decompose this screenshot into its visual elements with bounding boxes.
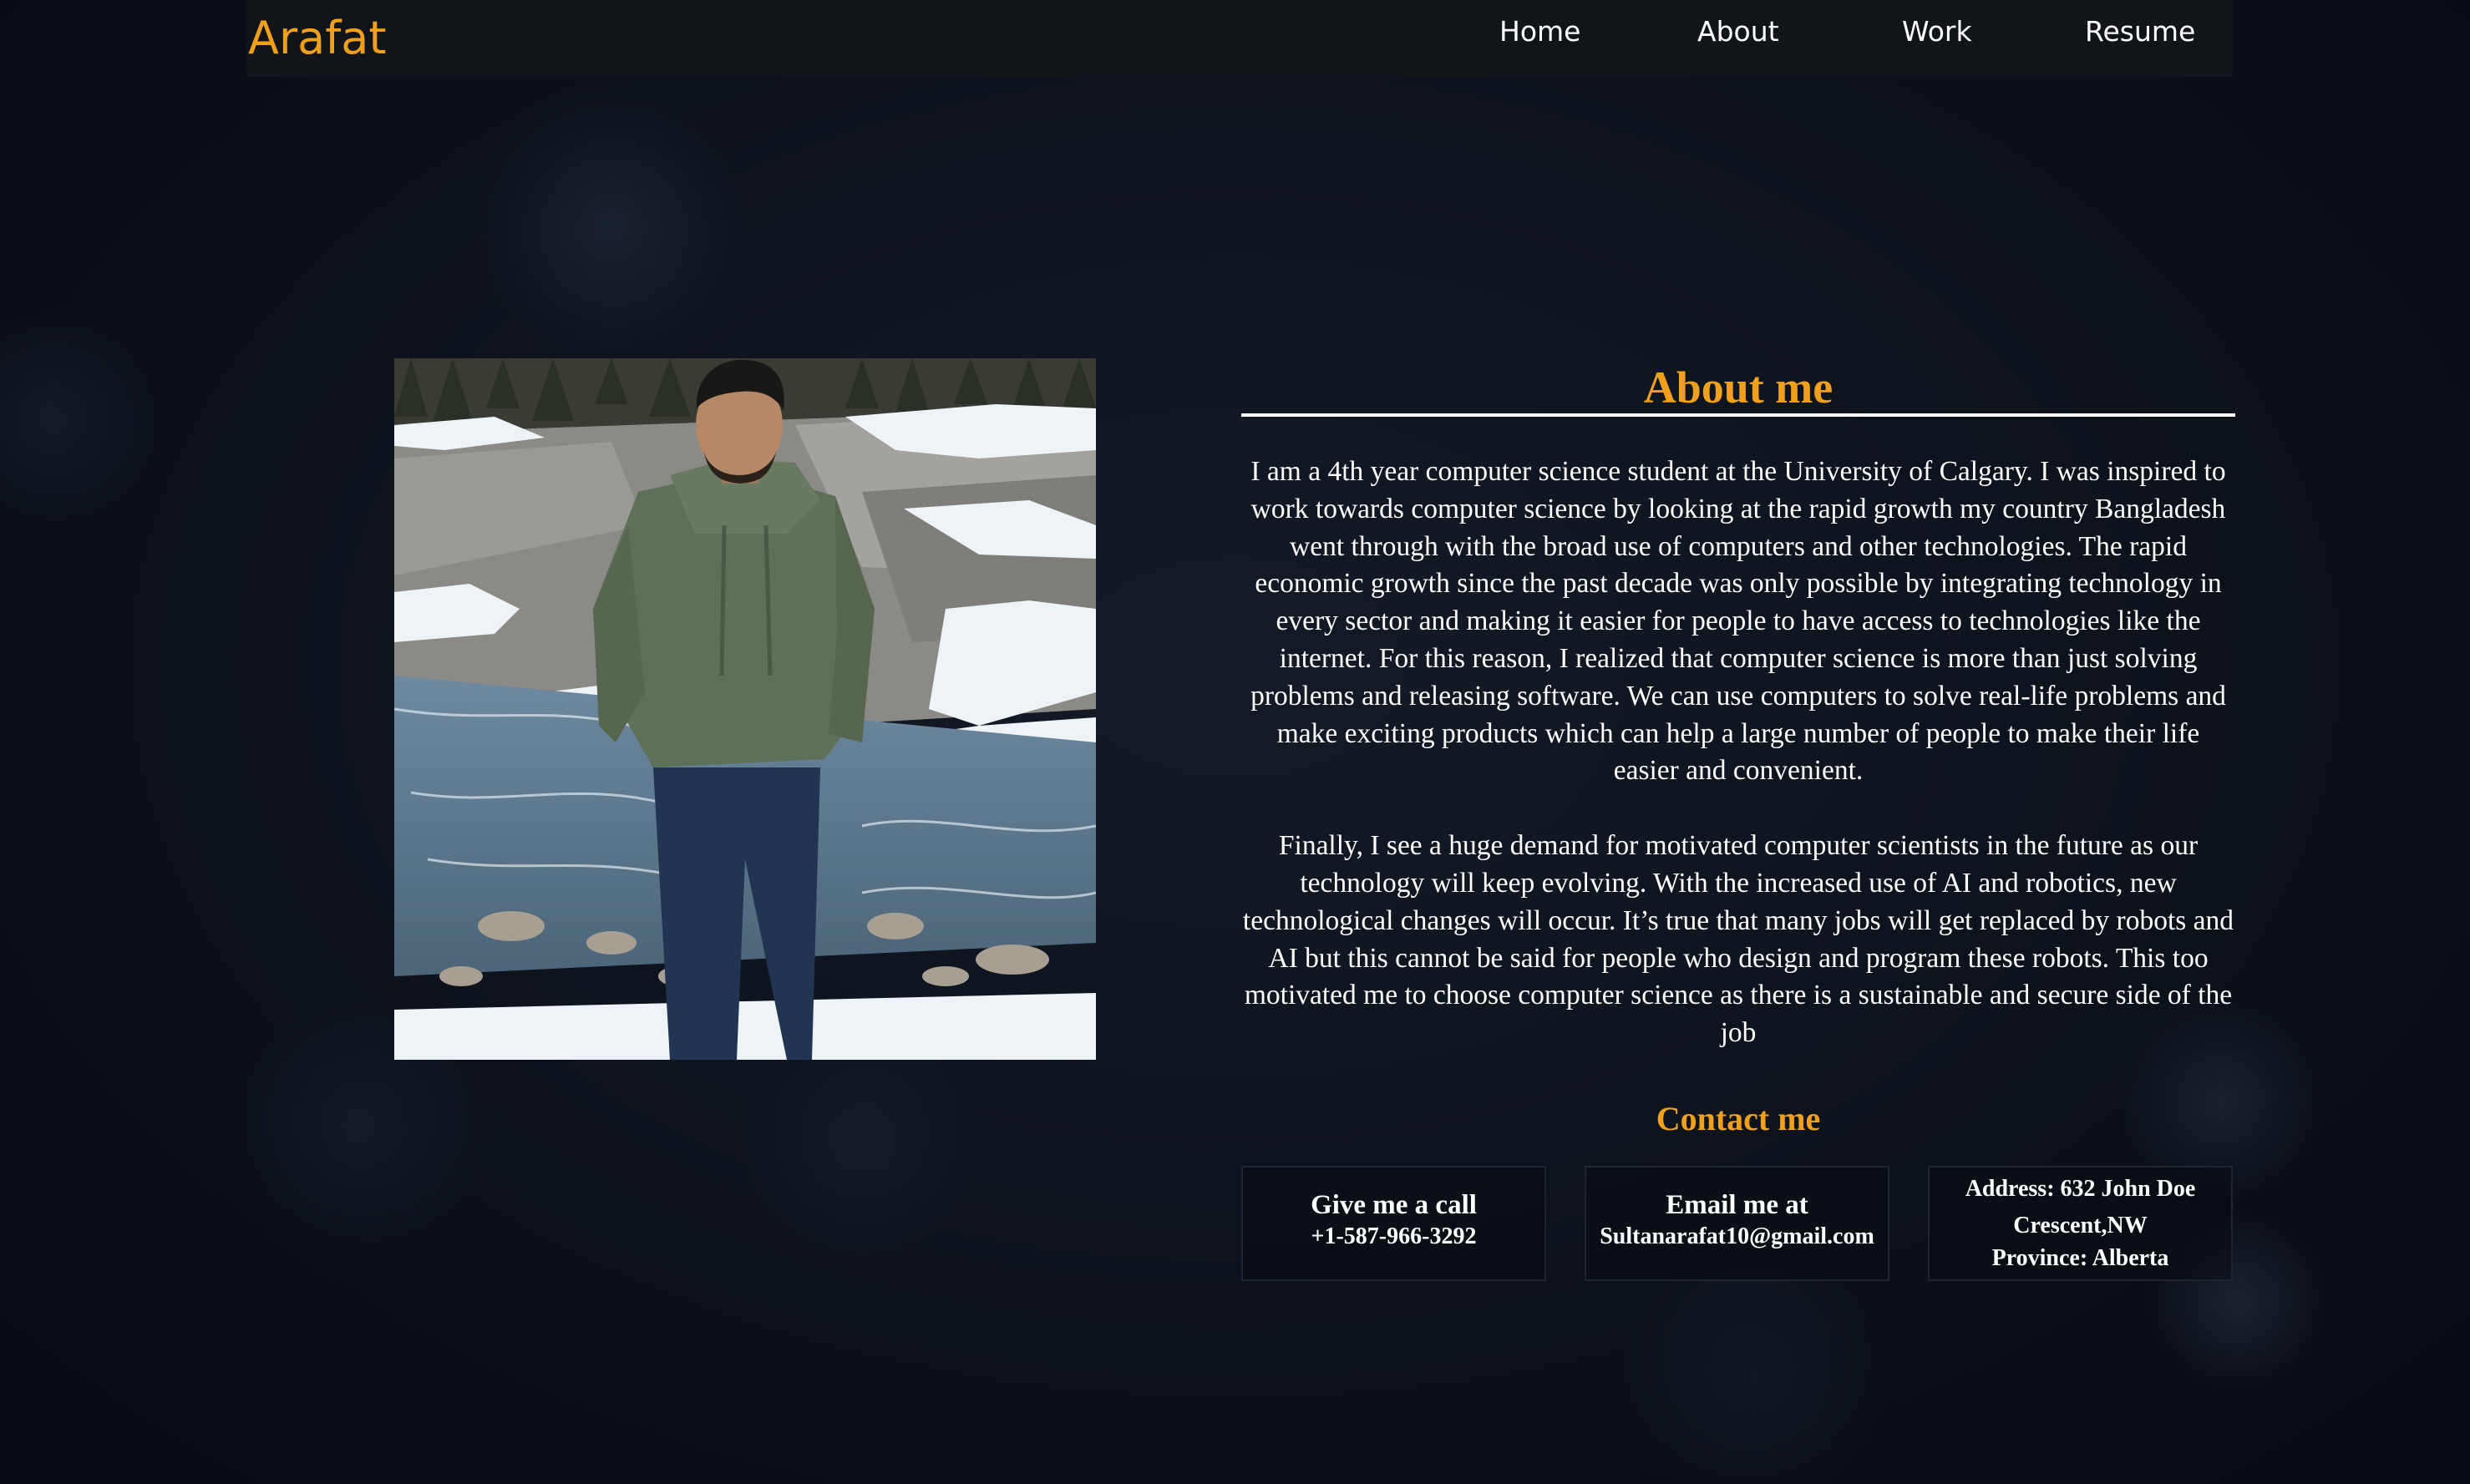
province-line: Province: Alberta bbox=[1991, 1244, 2169, 1271]
email-card: Email me at Sultanarafat10@gmail.com bbox=[1585, 1165, 1889, 1281]
navbar: Arafat Home About Work Resume bbox=[246, 0, 2233, 77]
call-heading: Give me a call bbox=[1311, 1189, 1477, 1220]
about-title: About me bbox=[1643, 362, 1833, 413]
contact-title: Contact me bbox=[1656, 1099, 1821, 1137]
email-heading: Email me at bbox=[1666, 1189, 1808, 1220]
call-card: Give me a call +1-587-966-3292 bbox=[1241, 1165, 1546, 1281]
email-address[interactable]: Sultanarafat10@gmail.com bbox=[1586, 1223, 1888, 1251]
contact-cards: Give me a call +1-587-966-3292 Email me … bbox=[1241, 1165, 2235, 1284]
nav-link-about[interactable]: About bbox=[1697, 15, 1779, 48]
nav-link-resume[interactable]: Resume bbox=[2085, 15, 2195, 48]
nav-link-home[interactable]: Home bbox=[1499, 15, 1580, 48]
brand-logo[interactable]: Arafat bbox=[248, 7, 387, 70]
about-paragraph-1: I am a 4th year computer science student… bbox=[1250, 456, 2226, 787]
address-line: Address: 632 John Doe Crescent,NW bbox=[1965, 1175, 2196, 1238]
title-divider bbox=[1241, 413, 2235, 417]
about-section: About me I am a 4th year computer scienc… bbox=[1241, 358, 2235, 1284]
about-paragraph-2: Finally, I see a huge demand for motivat… bbox=[1242, 830, 2234, 1049]
nav-link-work[interactable]: Work bbox=[1902, 15, 1972, 48]
address-card: Address: 632 John Doe Crescent,NW Provin… bbox=[1928, 1165, 2233, 1281]
profile-photo bbox=[394, 358, 1096, 1060]
phone-number[interactable]: +1-587-966-3292 bbox=[1243, 1223, 1544, 1251]
